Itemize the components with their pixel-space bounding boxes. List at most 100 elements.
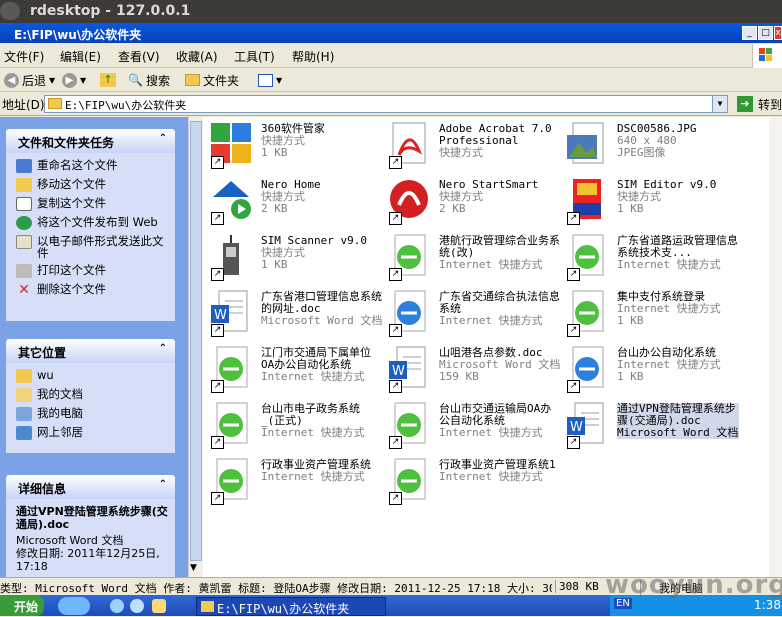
window-close-button[interactable]: x xyxy=(774,26,782,40)
task-label: 删除这个文件 xyxy=(37,282,106,296)
file-name: 通过VPN登陆管理系统步骤(交通局).doc xyxy=(617,403,739,427)
file-size: JPEG图像 xyxy=(617,146,666,159)
forward-button[interactable]: ▶ ▼ xyxy=(62,71,86,89)
file-name: 广东省港口管理信息系统的网址.doc xyxy=(261,290,382,315)
file-item[interactable]: ↗ 广东省交通综合执法信息系统 Internet 快捷方式 xyxy=(385,287,563,339)
file-size: 1 KB xyxy=(261,258,288,271)
file-text: 通过VPN登陆管理系统步骤(交通局).doc Microsoft Word 文档 xyxy=(617,403,739,439)
start-button[interactable]: 开始 xyxy=(0,595,44,616)
task-email[interactable]: 以电子邮件形式发送此文件 xyxy=(16,235,169,259)
file-text: 广东省港口管理信息系统的网址.doc Microsoft Word 文档 xyxy=(261,291,383,327)
close-icon[interactable] xyxy=(0,2,20,20)
file-item[interactable]: W ↗ 广东省港口管理信息系统的网址.doc Microsoft Word 文档 xyxy=(207,287,385,339)
up-folder-button[interactable]: ↑ xyxy=(100,71,116,89)
address-dropdown-icon[interactable]: ▼ xyxy=(712,96,727,112)
address-input[interactable]: E:\FIP\wu\办公软件夹 ▼ xyxy=(44,95,728,113)
scroll-thumb[interactable] xyxy=(190,121,202,561)
details-filetype: Microsoft Word 文档 xyxy=(16,534,124,547)
forward-arrow-icon: ▶ xyxy=(62,72,77,88)
file-item[interactable]: ↗ 行政事业资产管理系统1 Internet 快捷方式 xyxy=(385,455,563,507)
task-rename[interactable]: 重命名这个文件 xyxy=(16,159,169,173)
file-item[interactable]: ↗ 台山市交通运输局OA办公自动化系统 Internet 快捷方式 xyxy=(385,399,563,451)
file-text: Nero StartSmart 快捷方式 2 KB xyxy=(439,179,561,215)
status-size: 308 KB xyxy=(555,580,599,593)
address-label: 地址(D) xyxy=(2,98,45,112)
ie-icon: ↗ xyxy=(387,289,435,337)
msn-icon[interactable] xyxy=(58,597,90,615)
file-item[interactable]: ↗ 360软件管家 快捷方式 1 KB xyxy=(207,119,385,171)
file-tasks-header[interactable]: 文件和文件夹任务 ⌃ xyxy=(6,129,175,153)
printer-icon xyxy=(16,264,32,278)
menu-tools[interactable]: 工具(T) xyxy=(234,48,275,65)
show-desktop-icon[interactable] xyxy=(130,599,144,613)
network-icon xyxy=(16,426,32,440)
maximize-button[interactable]: □ xyxy=(758,26,773,40)
other-places-body: wu 我的文档 我的电脑 网上邻居 xyxy=(6,363,175,453)
file-item[interactable]: ↗ Adobe Acrobat 7.0 Professional 快捷方式 xyxy=(385,119,563,171)
shortcut-arrow-icon: ↗ xyxy=(211,212,224,225)
ie-quicklaunch-icon[interactable] xyxy=(110,599,124,613)
details-header[interactable]: 详细信息 ⌃ xyxy=(6,475,175,499)
menu-bar: 文件(F) 编辑(E) 查看(V) 收藏(A) 工具(T) 帮助(H) xyxy=(0,43,782,68)
sim-editor-icon: ↗ xyxy=(565,177,613,225)
file-item[interactable]: ↗ SIM Scanner v9.0 快捷方式 1 KB xyxy=(207,231,385,283)
menu-favorites[interactable]: 收藏(A) xyxy=(176,48,218,65)
status-text: 类型: Microsoft Word 文档 作者: 黄凯雷 标题: 登陆OA步骤… xyxy=(0,582,552,595)
go-arrow-icon[interactable]: ➔ xyxy=(737,96,753,112)
file-item[interactable]: ↗ Nero StartSmart 快捷方式 2 KB xyxy=(385,175,563,227)
scroll-down-icon[interactable]: ▼ xyxy=(190,563,197,573)
other-places-header[interactable]: 其它位置 ⌃ xyxy=(6,339,175,363)
media-player-icon[interactable] xyxy=(152,599,166,613)
back-arrow-icon: ◀ xyxy=(4,72,19,88)
collapse-icon[interactable]: ⌃ xyxy=(159,343,167,354)
file-item[interactable]: ↗ 广东省道路运政管理信息系统技术支... Internet 快捷方式 xyxy=(563,231,741,283)
file-item[interactable]: ↗ 港航行政管理综合业务系统(改) Internet 快捷方式 xyxy=(385,231,563,283)
collapse-icon[interactable]: ⌃ xyxy=(159,479,167,490)
ie-shortcut-icon: ↗ xyxy=(209,457,257,505)
file-name: 江门市交通局下属单位OA办公自动化系统 xyxy=(261,346,371,371)
file-item[interactable]: ↗ 台山办公自动化系统 Internet 快捷方式 1 KB xyxy=(563,343,741,395)
menu-file[interactable]: 文件(F) xyxy=(4,48,44,65)
go-label[interactable]: 转到 xyxy=(758,96,782,113)
task-publish[interactable]: 将这个文件发布到 Web xyxy=(16,216,169,230)
menu-edit[interactable]: 编辑(E) xyxy=(60,48,101,65)
ie-shortcut-icon: ↗ xyxy=(209,345,257,393)
menu-help[interactable]: 帮助(H) xyxy=(292,48,334,65)
file-item[interactable]: W ↗ 通过VPN登陆管理系统步骤(交通局).doc Microsoft Word 文… xyxy=(563,399,741,451)
views-button[interactable]: ▼ xyxy=(258,71,282,89)
file-item[interactable]: W ↗ 山咀港各点参数.doc Microsoft Word 文档 159 KB xyxy=(385,343,563,395)
task-print[interactable]: 打印这个文件 xyxy=(16,264,169,278)
sim-scanner-icon: ↗ xyxy=(209,233,257,281)
task-pane-scrollbar[interactable]: ▼ xyxy=(188,117,203,577)
place-my-documents[interactable]: 我的文档 xyxy=(16,388,169,402)
file-item[interactable]: ↗ 集中支付系统登录 Internet 快捷方式 1 KB xyxy=(563,287,741,339)
file-type: Internet 快捷方式 xyxy=(261,370,365,383)
details-title: 详细信息 xyxy=(18,482,67,496)
place-wu[interactable]: wu xyxy=(16,369,169,383)
collapse-icon[interactable]: ⌃ xyxy=(159,133,167,144)
back-button[interactable]: ◀ 后退 ▼ xyxy=(4,71,55,89)
minimize-button[interactable]: _ xyxy=(742,26,757,40)
file-item[interactable]: ↗ 台山市电子政务系统_(正式) Internet 快捷方式 xyxy=(207,399,385,451)
taskbar-explorer-window[interactable]: E:\FIP\wu\办公软件夹 xyxy=(196,597,386,616)
file-item[interactable]: ↗ 江门市交通局下属单位OA办公自动化系统 Internet 快捷方式 xyxy=(207,343,385,395)
file-item[interactable]: ↗ 行政事业资产管理系统 Internet 快捷方式 xyxy=(207,455,385,507)
file-name: 广东省道路运政管理信息系统技术支... xyxy=(617,234,738,259)
task-move[interactable]: 移动这个文件 xyxy=(16,178,169,192)
place-my-computer[interactable]: 我的电脑 xyxy=(16,407,169,421)
acrobat-icon: ↗ xyxy=(387,121,435,169)
task-copy[interactable]: 复制这个文件 xyxy=(16,197,169,211)
file-item[interactable]: DSC00586.JPG 640 x 480 JPEG图像 xyxy=(563,119,741,171)
menu-view[interactable]: 查看(V) xyxy=(118,48,160,65)
task-delete[interactable]: ✕ 删除这个文件 xyxy=(16,283,169,297)
file-type: Microsoft Word 文档 xyxy=(261,314,383,327)
folders-button[interactable]: 文件夹 xyxy=(185,71,239,89)
nero-startsmart-icon: ↗ xyxy=(387,177,435,225)
file-item[interactable]: ↗ SIM Editor v9.0 快捷方式 1 KB xyxy=(563,175,741,227)
file-item[interactable]: ↗ Nero Home 快捷方式 2 KB xyxy=(207,175,385,227)
place-network[interactable]: 网上邻居 xyxy=(16,426,169,440)
task-label: 移动这个文件 xyxy=(37,177,106,191)
search-button[interactable]: 🔍 搜索 xyxy=(128,71,170,89)
file-type: Internet 快捷方式 xyxy=(439,470,543,483)
file-view-scrollbar[interactable] xyxy=(769,117,782,577)
